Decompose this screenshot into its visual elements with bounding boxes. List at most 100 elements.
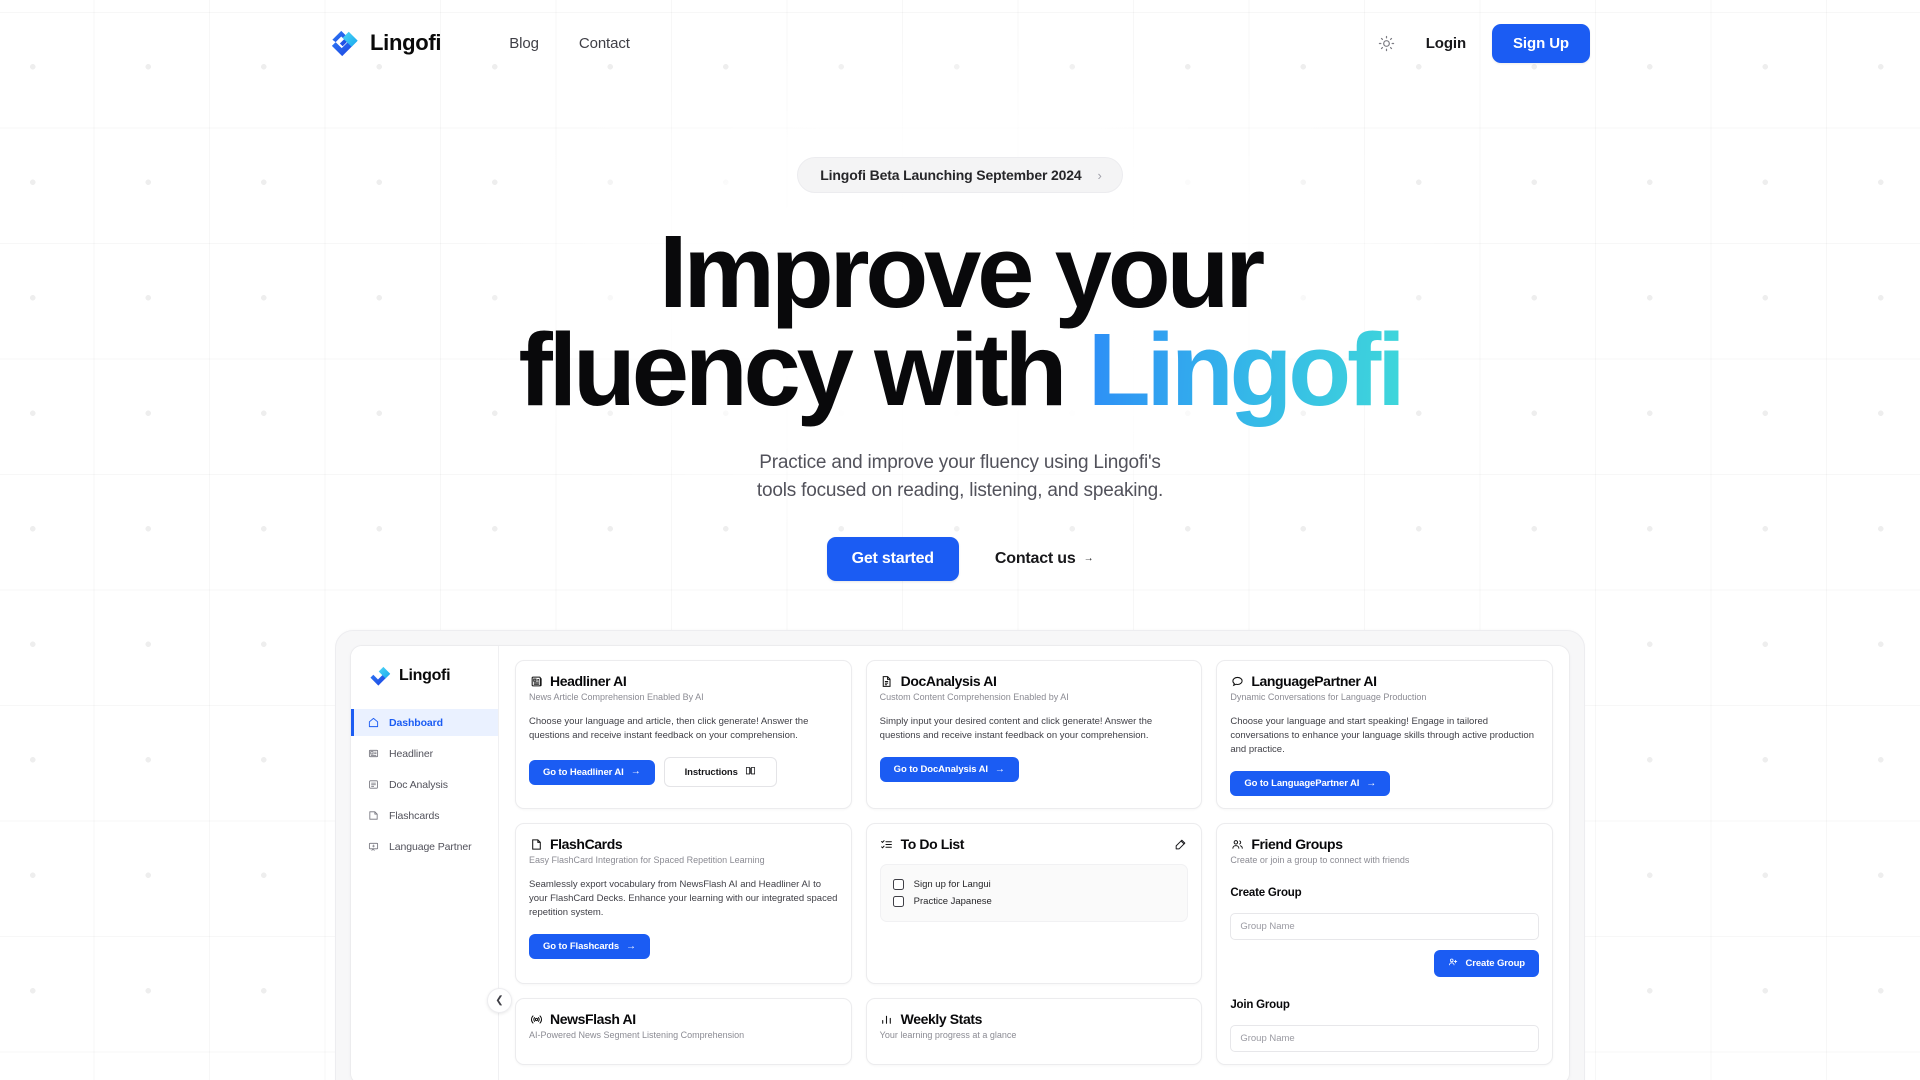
contact-us-button[interactable]: Contact us →: [995, 550, 1094, 568]
headliner-instructions-button[interactable]: Instructions: [663, 757, 777, 787]
card-title: Weekly Stats: [900, 1011, 983, 1027]
hero-cta-group: Get started Contact us →: [0, 537, 1920, 581]
sun-icon[interactable]: [1374, 30, 1400, 56]
beta-announcement-badge[interactable]: Lingofi Beta Launching September 2024 ›: [797, 157, 1123, 193]
button-label: Instructions: [684, 766, 738, 778]
card-subtitle: Your learning progress at a glance: [879, 1030, 1017, 1040]
card-subtitle: Easy FlashCard Integration for Spaced Re…: [529, 855, 765, 865]
user-plus-icon: [1448, 957, 1458, 970]
book-icon: [745, 765, 756, 779]
todo-item-label: Sign up for Langui: [913, 879, 991, 890]
list-check-icon: [880, 837, 894, 851]
chevron-right-icon: ›: [1097, 167, 1102, 183]
brand-name: Lingofi: [370, 30, 442, 55]
hero-subtitle: Practice and improve your fluency using …: [0, 449, 1920, 505]
arrow-right-icon: →: [626, 940, 636, 952]
document-icon: [880, 674, 894, 688]
dashboard-brand-name: Lingofi: [399, 666, 451, 684]
brand-logo[interactable]: Lingofi: [330, 28, 442, 58]
join-group-heading: Join Group: [1230, 999, 1290, 1011]
signup-button[interactable]: Sign Up: [1492, 23, 1590, 63]
lingofi-logo-icon: [331, 30, 358, 57]
hero-subtitle-line2: tools focused on reading, listening, and…: [756, 480, 1164, 501]
card-title: To Do List: [900, 836, 965, 852]
dashboard-main: Headliner AI News Article Comprehension …: [499, 646, 1569, 1080]
go-to-docanalysis-ai-button[interactable]: Go to DocAnalysis AI →: [879, 757, 1019, 782]
button-label: Go to LanguagePartner AI: [1244, 778, 1360, 789]
nav-link-blog[interactable]: Blog: [489, 27, 559, 60]
card-icon: [529, 837, 543, 851]
broadcast-icon: [529, 1012, 543, 1026]
sidebar-item-headliner[interactable]: Headliner: [351, 740, 498, 767]
card-body: Seamlessly export vocabulary from NewsFl…: [529, 879, 838, 918]
button-label: Go to Headliner AI: [543, 766, 624, 778]
dashboard-sidebar: Lingofi Dashboard Headliner Doc Analysis…: [351, 646, 499, 1080]
bar-chart-icon: [880, 1012, 894, 1026]
create-group-button[interactable]: Create Group: [1434, 950, 1539, 977]
go-to-headliner-ai-button[interactable]: Go to Headliner AI →: [529, 759, 655, 785]
sidebar-item-dashboard[interactable]: Dashboard: [351, 709, 498, 736]
chat-icon: [367, 840, 380, 853]
newspaper-icon: [367, 747, 380, 760]
button-label: Create Group: [1465, 958, 1525, 969]
edit-square-icon[interactable]: [1172, 836, 1188, 852]
card-flashcards: FlashCards Easy FlashCard Integration fo…: [515, 823, 852, 984]
sidebar-item-doc-analysis[interactable]: Doc Analysis: [351, 771, 498, 798]
sidebar-label-dashboard: Dashboard: [389, 716, 443, 729]
sidebar-collapse-button[interactable]: ❮: [487, 988, 512, 1013]
card-title: DocAnalysis AI: [900, 673, 997, 689]
nav-right-group: Login Sign Up: [1374, 23, 1590, 63]
chevron-left-icon: ❮: [495, 995, 504, 1006]
landing-page: Lingofi Blog Contact Login Sign Up Lingo…: [0, 0, 1920, 1080]
todo-items-container: Sign up for Langui Practice Japanese: [879, 864, 1189, 922]
join-group-input[interactable]: [1230, 1025, 1539, 1052]
go-to-languagepartner-ai-button[interactable]: Go to LanguagePartner AI →: [1230, 771, 1391, 796]
card-weekly-stats: Weekly Stats Your learning progress at a…: [865, 998, 1203, 1065]
card-subtitle: AI-Powered News Segment Listening Compre…: [529, 1030, 745, 1040]
document-icon: [367, 778, 380, 791]
contact-us-label: Contact us: [994, 550, 1076, 567]
card-body: Simply input your desired content and cl…: [879, 716, 1153, 741]
go-to-flashcards-button[interactable]: Go to Flashcards →: [529, 934, 650, 959]
card-title: FlashCards: [550, 836, 623, 852]
users-icon: [1230, 837, 1244, 851]
checkbox-icon[interactable]: [892, 896, 904, 907]
hero-title-accent: Lingofi: [1087, 312, 1406, 427]
sidebar-item-language-partner[interactable]: Language Partner: [351, 833, 498, 860]
sidebar-label-language-partner: Language Partner: [389, 840, 472, 853]
dashboard-brand[interactable]: Lingofi: [351, 664, 498, 687]
nav-link-contact[interactable]: Contact: [559, 27, 650, 60]
card-body: Choose your language and article, then c…: [529, 716, 809, 741]
dashboard-window: Lingofi Dashboard Headliner Doc Analysis…: [350, 645, 1570, 1080]
home-icon: [367, 716, 380, 729]
list-item[interactable]: Practice Japanese: [892, 893, 1176, 910]
nav-links: Blog Contact: [489, 27, 650, 60]
login-button[interactable]: Login: [1426, 35, 1466, 52]
arrow-right-icon: →: [1083, 553, 1094, 564]
card-subtitle: Create or join a group to connect with f…: [1230, 855, 1410, 865]
list-item[interactable]: Sign up for Langui: [892, 876, 1176, 893]
card-newsflash-ai: NewsFlash AI AI-Powered News Segment Lis…: [515, 998, 852, 1065]
todo-item-label: Practice Japanese: [913, 896, 992, 907]
card-title: Friend Groups: [1251, 836, 1343, 852]
card-subtitle: News Article Comprehension Enabled By AI: [529, 692, 704, 702]
sidebar-label-headliner: Headliner: [389, 747, 434, 760]
card-icon: [367, 809, 380, 822]
sidebar-item-flashcards[interactable]: Flashcards: [351, 802, 498, 829]
card-body: Choose your language and start speaking!…: [1230, 716, 1534, 755]
hero-title-line2-prefix: fluency with: [518, 312, 1088, 427]
card-subtitle: Dynamic Conversations for Language Produ…: [1230, 692, 1427, 702]
sidebar-label-doc-analysis: Doc Analysis: [389, 778, 448, 791]
arrow-right-icon: →: [994, 763, 1005, 775]
lingofi-logo-icon: [370, 666, 391, 686]
sidebar-label-flashcards: Flashcards: [389, 809, 440, 822]
card-languagepartner-ai: LanguagePartner AI Dynamic Conversations…: [1216, 660, 1553, 809]
get-started-button[interactable]: Get started: [826, 537, 959, 581]
card-title: LanguagePartner AI: [1251, 673, 1377, 689]
button-label: Go to DocAnalysis AI: [893, 764, 988, 775]
group-name-input[interactable]: [1230, 913, 1539, 940]
newspaper-icon: [529, 674, 543, 688]
checkbox-icon[interactable]: [892, 879, 904, 890]
beta-badge-text: Lingofi Beta Launching September 2024: [820, 167, 1082, 183]
card-headliner-ai: Headliner AI News Article Comprehension …: [515, 660, 852, 809]
